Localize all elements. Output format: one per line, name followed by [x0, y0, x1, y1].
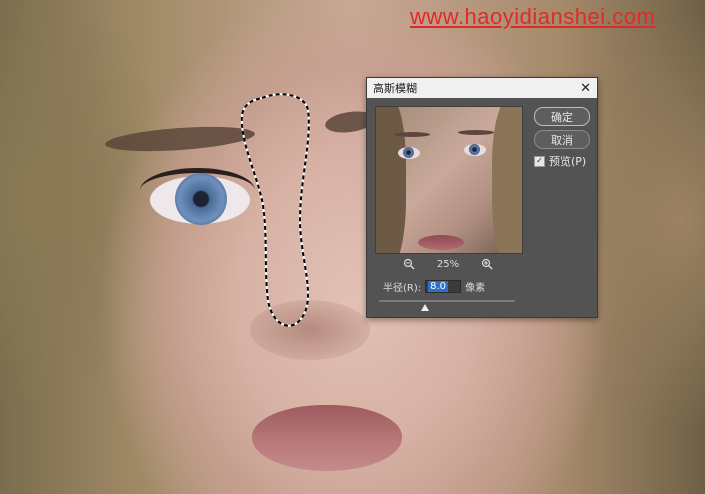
close-icon[interactable]: ✕ [580, 81, 591, 96]
cancel-button[interactable]: 取消 [534, 130, 590, 149]
gaussian-blur-dialog: 高斯模糊 ✕ 确定 取消 ✓ 预览(P) 25% 半径(R): 8.0 像素 [366, 77, 598, 318]
preview-hair-right [492, 107, 522, 253]
preview-toggle[interactable]: ✓ 预览(P) [534, 153, 586, 169]
preview-checkbox[interactable]: ✓ [534, 155, 545, 167]
radius-label: 半径(R): [383, 283, 422, 294]
preview-iris-left [403, 147, 414, 158]
preview-brow-left [394, 132, 430, 137]
preview-image[interactable] [375, 106, 523, 254]
preview-iris-right [469, 144, 480, 155]
radius-value: 8.0 [428, 281, 449, 292]
zoom-level: 25% [436, 258, 460, 270]
radius-input[interactable]: 8.0 [425, 280, 462, 293]
zoom-controls: 25% [375, 258, 521, 270]
preview-label: 预览(P) [549, 155, 587, 168]
ok-button[interactable]: 确定 [534, 107, 590, 126]
preview-brow-right [458, 130, 494, 135]
zoom-out-icon[interactable] [403, 258, 415, 270]
preview-hair-left [376, 107, 406, 253]
preview-lips [418, 235, 464, 250]
radius-unit: 像素 [465, 283, 486, 294]
dialog-title: 高斯模糊 [373, 82, 417, 95]
radius-slider-thumb[interactable] [421, 304, 430, 311]
zoom-in-icon[interactable] [481, 258, 493, 270]
dialog-titlebar[interactable]: 高斯模糊 ✕ [367, 78, 597, 98]
radius-row: 半径(R): 8.0 像素 [383, 279, 485, 294]
radius-slider-track[interactable] [379, 300, 515, 302]
lasso-selection[interactable] [0, 0, 705, 494]
